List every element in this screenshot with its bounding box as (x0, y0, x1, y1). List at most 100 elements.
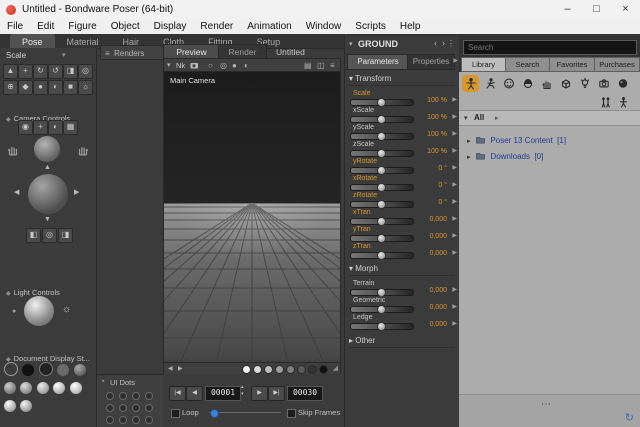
menu-file[interactable]: File (0, 20, 30, 34)
ui-dot[interactable] (106, 404, 114, 412)
dial-slider[interactable] (350, 201, 414, 208)
display-style-flat-shaded[interactable] (4, 382, 16, 394)
display-style-smooth-lined[interactable] (70, 382, 82, 394)
camera-preset-grid-icon[interactable]: ▦ (63, 120, 78, 135)
pan-mode-icon[interactable]: ◎ (220, 61, 227, 70)
tab-render[interactable]: Render (218, 44, 267, 59)
panel-menu-dots-icon[interactable]: ⋮ (447, 39, 455, 48)
category-cameras-icon[interactable] (595, 75, 612, 92)
dial-menu-arrow-icon[interactable]: ▶ (452, 198, 457, 205)
dial-knob[interactable] (377, 288, 386, 297)
tool-light-icon[interactable]: ☼ (78, 80, 93, 95)
dial-menu-arrow-icon[interactable]: ▶ (452, 232, 457, 239)
display-style-texture-shaded[interactable] (4, 400, 16, 412)
tab-preview[interactable]: Preview (163, 44, 220, 59)
dial-slider[interactable] (350, 218, 414, 225)
tool-color-icon[interactable]: ● (33, 80, 48, 95)
style-dot-charcoal[interactable] (308, 365, 317, 374)
viewport-menu-icon[interactable]: ≡ (330, 61, 335, 70)
dial-value[interactable]: 0,000 (429, 233, 447, 240)
dial-slider[interactable] (350, 306, 414, 313)
minimize-button[interactable]: – (553, 0, 582, 20)
frame-spinner-down-icon[interactable]: ▾ (241, 391, 244, 397)
dial-value[interactable]: 0,000 (429, 321, 447, 328)
tab-overflow-icon[interactable]: ▶ (453, 57, 458, 64)
tool-taper-icon[interactable]: ◎ (78, 64, 93, 79)
dial-knob[interactable] (377, 149, 386, 158)
dial-menu-arrow-icon[interactable]: ▶ (452, 164, 457, 171)
prev-frame-button[interactable]: ◀ (186, 386, 203, 401)
library-search-input[interactable] (463, 40, 637, 55)
tree-expand-icon[interactable]: ▸ (467, 154, 471, 161)
dial-slider[interactable] (350, 133, 414, 140)
camera-dropdown-caret-icon[interactable]: ▾ (167, 61, 171, 69)
style-dot-white[interactable] (242, 365, 251, 374)
resize-grip-icon[interactable]: ◢ (333, 364, 338, 372)
page-prev-icon[interactable]: ◀ (168, 365, 173, 372)
section-other[interactable]: ▸ Other (349, 336, 455, 348)
tool-move-icon[interactable]: + (18, 64, 33, 79)
category-poses-icon[interactable] (481, 75, 498, 92)
style-dot-black[interactable] (319, 365, 328, 374)
ui-dot[interactable] (145, 404, 153, 412)
camera-orbit-right-icon[interactable]: ▶ (74, 188, 79, 196)
dial-value[interactable]: 0,000 (429, 216, 447, 223)
display-style-silhouette[interactable] (22, 364, 34, 376)
library-tab-favorites[interactable]: Favorites (549, 57, 595, 72)
maximize-button[interactable]: □ (582, 0, 611, 20)
ui-dot[interactable] (132, 392, 140, 400)
camera-fly-icon[interactable]: ◧ (26, 228, 41, 243)
camera-orbit-up-icon[interactable]: ▲ (44, 164, 51, 171)
dial-knob[interactable] (377, 322, 386, 331)
current-frame-field[interactable]: 00001 (205, 386, 241, 401)
refresh-icon[interactable]: ↻ (625, 411, 634, 424)
dial-menu-arrow-icon[interactable]: ▶ (452, 215, 457, 222)
frame-spinner-up-icon[interactable]: ▴ (241, 384, 244, 390)
dial-knob[interactable] (377, 166, 386, 175)
dial-value[interactable]: 100 % (427, 131, 447, 138)
dial-value[interactable]: 0,000 (429, 304, 447, 311)
dial-slider[interactable] (350, 323, 414, 330)
dial-value[interactable]: 0 ° (438, 182, 447, 189)
dial-value[interactable]: 100 % (427, 148, 447, 155)
camera-selector[interactable]: Nk (176, 61, 185, 70)
tool-morph-icon[interactable]: ■ (63, 80, 78, 95)
ui-dot[interactable] (106, 416, 114, 424)
camera-key-icon[interactable]: ◨ (58, 228, 73, 243)
menu-edit[interactable]: Edit (30, 20, 61, 34)
renders-palette-tab[interactable]: ≡ Renders (100, 45, 164, 60)
style-dot-dark[interactable] (297, 365, 306, 374)
library-tab-purchases[interactable]: Purchases (594, 57, 640, 72)
category-figures-icon[interactable] (462, 75, 479, 92)
main-camera-viewport[interactable]: Main Camera (163, 71, 341, 364)
timeline-scrubber-thumb[interactable] (210, 409, 219, 418)
tool-chain-icon[interactable]: ⊕ (3, 80, 18, 95)
style-dot-dim[interactable] (286, 365, 295, 374)
category-hair-icon[interactable] (519, 75, 536, 92)
library-tab-library[interactable]: Library (461, 57, 506, 72)
dolly-mode-icon[interactable]: ● (232, 61, 237, 70)
menu-animation[interactable]: Animation (240, 20, 298, 34)
style-dot-gray[interactable] (275, 365, 284, 374)
go-first-frame-button[interactable]: |◀ (169, 386, 186, 401)
camera-orbit-down-icon[interactable]: ▼ (44, 216, 51, 223)
display-style-hidden-line[interactable] (57, 364, 69, 376)
camera-orbit-left-icon[interactable]: ◀ (14, 188, 19, 196)
dial-menu-arrow-icon[interactable]: ▶ (452, 147, 457, 154)
ui-dot[interactable] (106, 392, 114, 400)
ui-dot[interactable] (119, 416, 127, 424)
category-expression-icon[interactable] (500, 75, 517, 92)
display-style-flat-lined[interactable] (20, 382, 32, 394)
dial-knob[interactable] (377, 183, 386, 192)
end-frame-field[interactable]: 00030 (287, 386, 323, 401)
menu-scripts[interactable]: Scripts (348, 20, 393, 34)
close-button[interactable]: × (611, 0, 640, 20)
dial-menu-arrow-icon[interactable]: ▶ (452, 320, 457, 327)
right-hand-camera-icon[interactable] (76, 142, 90, 156)
dial-knob[interactable] (377, 98, 386, 107)
dial-slider[interactable] (350, 99, 414, 106)
display-style-wireframe[interactable] (39, 362, 53, 376)
dial-knob[interactable] (377, 217, 386, 226)
dial-knob[interactable] (377, 234, 386, 243)
category-props-icon[interactable] (557, 75, 574, 92)
